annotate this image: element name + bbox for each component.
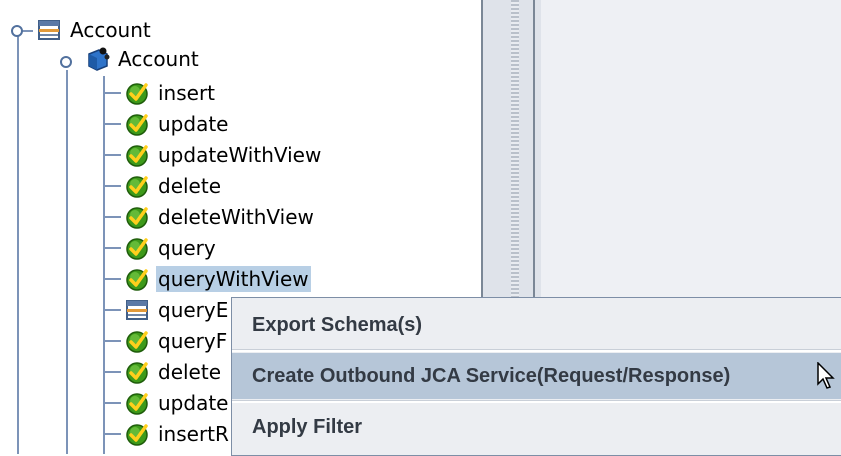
tree-guide-line: [103, 154, 121, 156]
tree-node-label: update: [158, 112, 229, 136]
tree-guide-line: [103, 340, 121, 342]
tree-node-label: insert: [158, 81, 216, 105]
tree-node-label: updateWithView: [158, 143, 322, 167]
tree-guide-line: [103, 433, 121, 435]
menu-separator: [232, 349, 841, 352]
tree-guide-line: [66, 70, 68, 454]
tree-node-label: delete: [158, 360, 222, 384]
table-icon: [124, 297, 150, 323]
tree-node-label: Account: [118, 47, 199, 71]
check-icon: [124, 111, 150, 137]
tree-guide-line: [103, 278, 121, 280]
check-icon: [124, 266, 150, 292]
tree-guide-line: [103, 185, 121, 187]
tree-node-label: queryWithView: [156, 266, 311, 292]
check-icon: [124, 204, 150, 230]
tree-guide-line: [103, 371, 121, 373]
tree-guide-line: [17, 30, 19, 454]
tree-node-label: queryE: [158, 298, 229, 322]
tree-guide-line: [103, 123, 121, 125]
context-menu: Export Schema(s) Create Outbound JCA Ser…: [231, 297, 841, 456]
tree-node-operation[interactable]: insertR: [124, 419, 231, 449]
tree-guide-line: [103, 309, 121, 311]
tree-node-label: update: [158, 391, 229, 415]
tree-node-operation[interactable]: updateWithView: [124, 140, 323, 170]
table-icon: [36, 17, 62, 43]
check-icon: [124, 235, 150, 261]
tree-node-label: queryF: [158, 329, 228, 353]
tree-node-object[interactable]: Account: [84, 44, 201, 74]
tree-node-operation[interactable]: queryE: [124, 295, 230, 325]
mouse-pointer-icon: [817, 361, 835, 394]
tree-guide-line: [103, 216, 121, 218]
tree-node-operation[interactable]: queryWithView: [124, 264, 311, 294]
collapse-toggle-icon[interactable]: [10, 23, 24, 37]
tree-guide-line: [103, 402, 121, 404]
tree-node-operation[interactable]: update: [124, 109, 230, 139]
check-icon: [124, 80, 150, 106]
check-icon: [124, 328, 150, 354]
menu-item-export-schema[interactable]: Export Schema(s): [232, 302, 841, 348]
menu-item-create-outbound-jca-service[interactable]: Create Outbound JCA Service(Request/Resp…: [232, 353, 841, 399]
tree-node-label: query: [158, 236, 216, 260]
tree-node-operation[interactable]: queryF: [124, 326, 229, 356]
menu-item-label: Apply Filter: [252, 415, 363, 438]
tree-node-operation[interactable]: deleteWithView: [124, 202, 316, 232]
tree-node-label: Account: [70, 18, 151, 42]
tree-guide-line: [103, 247, 121, 249]
menu-item-apply-filter[interactable]: Apply Filter: [232, 404, 841, 450]
tree-node-operation[interactable]: insert: [124, 78, 217, 108]
tree-node-label: delete: [158, 174, 222, 198]
tree-node-root[interactable]: Account: [36, 15, 153, 45]
tree-guide-line: [103, 76, 105, 454]
menu-item-label: Create Outbound JCA Service(Request/Resp…: [252, 364, 731, 387]
tree-node-operation[interactable]: update: [124, 388, 230, 418]
tree-node-operation[interactable]: delete: [124, 357, 223, 387]
check-icon: [124, 390, 150, 416]
tree-node-operation[interactable]: delete: [124, 171, 223, 201]
tree-guide-line: [103, 92, 121, 94]
check-icon: [124, 142, 150, 168]
check-icon: [124, 421, 150, 447]
collapse-toggle-icon[interactable]: [59, 54, 73, 68]
check-icon: [124, 173, 150, 199]
check-icon: [124, 359, 150, 385]
object-cube-icon: [84, 46, 110, 72]
tree-node-label: deleteWithView: [158, 205, 314, 229]
tree-node-label: insertR: [158, 422, 229, 446]
menu-separator: [232, 400, 841, 403]
menu-item-label: Export Schema(s): [252, 313, 423, 336]
tree-node-operation[interactable]: query: [124, 233, 218, 263]
